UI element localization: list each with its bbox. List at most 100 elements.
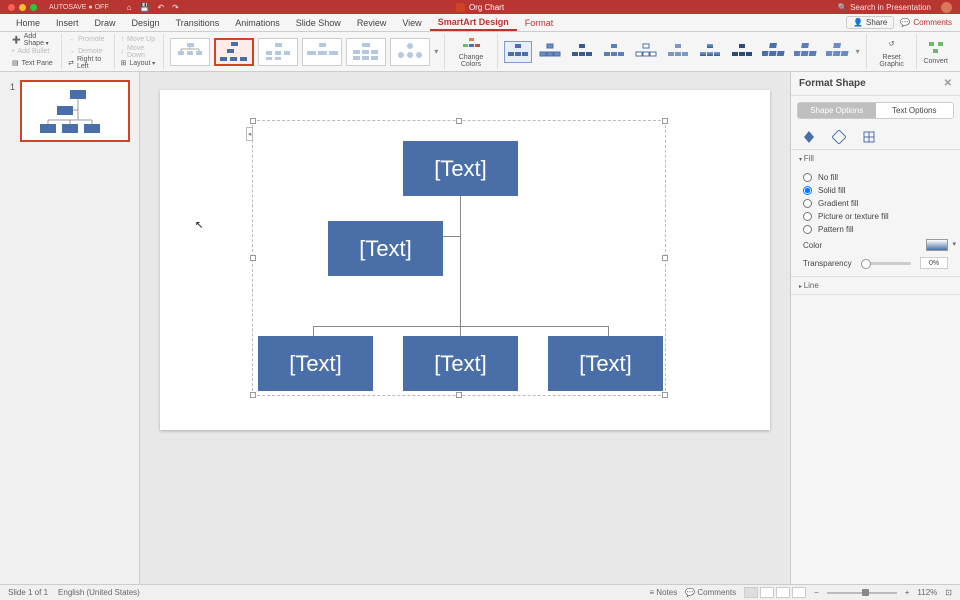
style-option-3[interactable] (568, 41, 596, 63)
tab-view[interactable]: View (394, 14, 429, 31)
tab-slideshow[interactable]: Slide Show (288, 14, 349, 31)
resize-handle-w[interactable] (250, 255, 256, 261)
slideshow-view-button[interactable] (792, 587, 806, 598)
maximize-window-icon[interactable] (30, 4, 37, 11)
style-option-6[interactable] (664, 41, 692, 63)
resize-handle-e[interactable] (662, 255, 668, 261)
layout-button[interactable]: ⊞Layout (121, 58, 158, 70)
ribbon-group-level: ←Promote →Demote ⇄Right to Left (62, 34, 114, 69)
style-option-1[interactable] (504, 41, 532, 63)
fill-line-category-icon[interactable] (801, 129, 817, 145)
tab-insert[interactable]: Insert (48, 14, 87, 31)
style-option-7[interactable] (696, 41, 724, 63)
slide-thumbnail-1[interactable]: 1 (20, 80, 130, 142)
org-node-assistant[interactable]: [Text] (328, 221, 443, 276)
style-option-10[interactable] (792, 41, 820, 63)
resize-handle-se[interactable] (662, 392, 668, 398)
reset-graphic-button[interactable]: ↺ Reset Graphic (867, 34, 918, 69)
resize-handle-n[interactable] (456, 118, 462, 124)
org-node-child-2[interactable]: [Text] (403, 336, 518, 391)
change-colors-button[interactable]: Change Colors (445, 34, 497, 69)
fill-pattern[interactable]: Pattern fill (803, 223, 948, 236)
style-option-2[interactable] (536, 41, 564, 63)
layout-option-1[interactable] (170, 38, 210, 66)
layouts-more-icon[interactable]: ▾ (434, 47, 438, 56)
close-window-icon[interactable] (8, 4, 15, 11)
rtl-button[interactable]: ⇄Right to Left (68, 57, 107, 69)
reading-view-button[interactable] (776, 587, 790, 598)
sorter-view-button[interactable] (760, 587, 774, 598)
styles-more-icon[interactable]: ▾ (856, 47, 860, 56)
layout-option-4[interactable] (302, 38, 342, 66)
zoom-in-button[interactable]: + (905, 588, 910, 597)
fit-to-window-button[interactable]: ⊡ (945, 588, 952, 597)
move-down-button: ↓Move Down (121, 46, 158, 58)
redo-icon[interactable]: ↷ (172, 3, 179, 12)
size-category-icon[interactable] (861, 129, 877, 145)
layout-option-5[interactable] (346, 38, 386, 66)
close-pane-icon[interactable]: ✕ (944, 78, 952, 89)
zoom-out-button[interactable]: − (814, 588, 819, 597)
promote-button: ←Promote (68, 34, 107, 46)
fill-gradient[interactable]: Gradient fill (803, 197, 948, 210)
comments-button[interactable]: 💬Comments (900, 18, 952, 27)
fill-solid[interactable]: Solid fill (803, 184, 948, 197)
tab-format[interactable]: Format (517, 14, 562, 31)
style-option-5[interactable] (632, 41, 660, 63)
tab-transitions[interactable]: Transitions (168, 14, 228, 31)
org-node-child-3[interactable]: [Text] (548, 336, 663, 391)
style-option-4[interactable] (600, 41, 628, 63)
convert-button[interactable]: Convert (917, 34, 954, 69)
language-status[interactable]: English (United States) (58, 588, 140, 597)
tab-draw[interactable]: Draw (87, 14, 124, 31)
tab-review[interactable]: Review (349, 14, 395, 31)
minimize-window-icon[interactable] (19, 4, 26, 11)
add-shape-button[interactable]: ➕Add Shape (12, 34, 55, 46)
transparency-value[interactable]: 0% (920, 257, 948, 269)
style-option-8[interactable] (728, 41, 756, 63)
resize-handle-sw[interactable] (250, 392, 256, 398)
save-icon[interactable]: 💾 (139, 3, 149, 12)
text-pane-expand-icon[interactable]: ◂ (246, 127, 253, 141)
undo-icon[interactable]: ↶ (157, 3, 164, 12)
tab-smartart-design[interactable]: SmartArt Design (430, 14, 517, 31)
transparency-slider[interactable] (861, 262, 911, 265)
fill-option-label: No fill (818, 173, 838, 182)
smartart-selection-frame[interactable]: ◂ [Text] [Text] [Text] [Text] (252, 120, 666, 396)
style-option-11[interactable] (824, 41, 852, 63)
share-button[interactable]: 👤Share (846, 16, 894, 29)
org-node-child-1[interactable]: [Text] (258, 336, 373, 391)
comments-status-button[interactable]: 💬 Comments (685, 588, 736, 597)
resize-handle-nw[interactable] (250, 118, 256, 124)
tab-animations[interactable]: Animations (227, 14, 288, 31)
resize-handle-s[interactable] (456, 392, 462, 398)
text-pane-button[interactable]: ▤Text Pane (12, 58, 55, 70)
line-section-header[interactable]: Line (791, 277, 960, 294)
fill-picture[interactable]: Picture or texture fill (803, 210, 948, 223)
effects-category-icon[interactable] (831, 129, 847, 145)
slide[interactable]: ◂ [Text] [Text] [Text] [Text] (160, 90, 770, 430)
slide-canvas[interactable]: ◂ [Text] [Text] [Text] [Text] (140, 72, 790, 584)
zoom-slider[interactable] (827, 592, 897, 594)
user-avatar[interactable] (941, 2, 952, 13)
normal-view-button[interactable] (744, 587, 758, 598)
layout-option-2[interactable] (214, 38, 254, 66)
text-options-tab[interactable]: Text Options (876, 103, 954, 118)
slide-count[interactable]: Slide 1 of 1 (8, 588, 48, 597)
autosave-toggle[interactable]: AUTOSAVE ● OFF (49, 4, 109, 11)
layout-option-6[interactable] (390, 38, 430, 66)
resize-handle-ne[interactable] (662, 118, 668, 124)
style-option-9[interactable] (760, 41, 788, 63)
fill-section-header[interactable]: Fill (791, 150, 960, 167)
search-field[interactable]: 🔍 Search in Presentation (838, 3, 931, 12)
fill-no-fill[interactable]: No fill (803, 171, 948, 184)
org-node-root[interactable]: [Text] (403, 141, 518, 196)
layout-option-3[interactable] (258, 38, 298, 66)
shape-options-tab[interactable]: Shape Options (798, 103, 876, 118)
tab-design[interactable]: Design (124, 14, 168, 31)
color-picker[interactable] (926, 239, 948, 251)
home-icon[interactable]: ⌂ (127, 3, 132, 12)
tab-home[interactable]: Home (8, 14, 48, 31)
zoom-level[interactable]: 112% (917, 588, 937, 597)
notes-button[interactable]: ≡ Notes (649, 588, 677, 597)
